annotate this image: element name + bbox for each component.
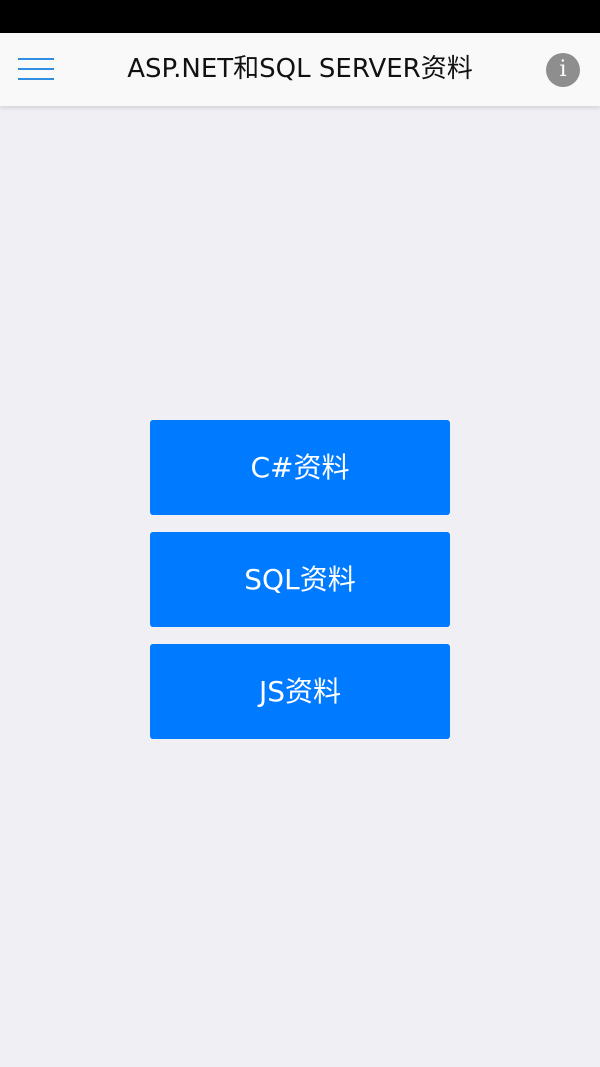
sql-docs-button[interactable]: SQL资料 [150,532,450,627]
navigation-bar: ASP.NET和SQL SERVER资料 i [0,33,600,106]
main-content: C#资料 SQL资料 JS资料 [0,106,600,1067]
info-icon: i [559,57,567,82]
menu-button[interactable] [14,51,58,87]
status-bar [0,0,600,33]
js-docs-button[interactable]: JS资料 [150,644,450,739]
menu-icon-line [18,58,54,60]
csharp-docs-button[interactable]: C#资料 [150,420,450,515]
page-title: ASP.NET和SQL SERVER资料 [127,54,473,84]
menu-icon-line [18,78,54,80]
menu-icon-line [18,68,54,70]
info-button[interactable]: i [546,53,580,87]
